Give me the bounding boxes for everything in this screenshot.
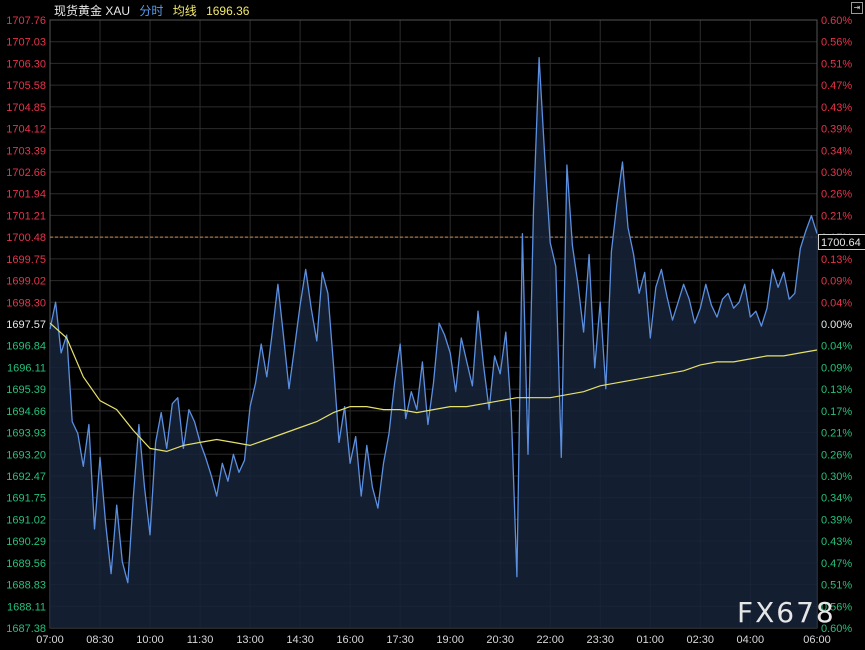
pct-tick-label: 0.21% [821,210,852,222]
x-tick-label: 07:00 [36,634,64,646]
pct-tick-label: 0.26% [821,189,852,201]
y-tick-label: 1696.84 [6,341,46,353]
x-tick-label: 11:30 [187,634,214,646]
x-tick-label: 17:30 [386,634,414,646]
y-tick-label: 1689.56 [6,558,46,570]
y-tick-label: 1695.39 [6,384,46,396]
pct-tick-label: 0.04% [821,297,852,309]
y-tick-label: 1704.12 [6,124,46,136]
pct-tick-label: 0.30% [821,471,852,483]
y-tick-label: 1699.02 [6,276,46,288]
y-tick-label: 1701.94 [6,189,46,201]
y-tick-label: 1696.11 [7,362,46,374]
x-tick-label: 01:00 [636,634,664,646]
mode-label[interactable]: 分时 [139,4,163,18]
intraday-chart[interactable]: 1707.76 1707.03 1706.30 1705.58 1704.85 1704.… [0,0,865,650]
pct-tick-label: 0.51% [821,580,852,592]
pct-tick-label: 0.21% [821,428,852,440]
y-tick-label: 1698.30 [6,297,46,309]
pct-tick-label: 0.39% [821,124,852,136]
watermark: FX678 [737,596,836,629]
chart-header: 现货黄金 XAU 分时 均线 1696.36 [54,3,255,19]
right-percent-axis: 0.60% 0.56% 0.51% 0.47% 0.43% 0.39% 0.34% 0.30%… [821,15,852,635]
exit-icon[interactable]: ⇥ [851,2,863,14]
y-tick-label: 1706.30 [6,58,46,70]
pct-tick-label: 0.43% [821,536,852,548]
x-tick-label: 14:30 [286,634,314,646]
y-tick-label: 1690.29 [6,536,46,548]
y-tick-label: 1702.66 [6,167,46,179]
pct-tick-label: 0.04% [821,341,852,353]
y-tick-label: 1704.85 [6,102,46,114]
pct-tick-label: 0.09% [821,362,852,374]
time-axis: 07:00 08:30 10:00 11:30 13:00 14:30 16:00 17:30… [36,634,831,646]
x-tick-label: 04:00 [737,634,765,646]
x-tick-label: 20:30 [486,634,514,646]
x-tick-label: 22:00 [536,634,564,646]
pct-tick-label: 0.47% [821,80,852,92]
y-tick-label: 1705.58 [6,80,46,92]
pct-tick-label: 0.56% [821,37,852,49]
pct-tick-label: 0.34% [821,145,852,157]
x-tick-label: 02:30 [687,634,715,646]
y-tick-label: 1699.75 [6,254,46,266]
price-area-fill [50,57,817,629]
pct-tick-label: 0.30% [821,167,852,179]
y-tick-label: 1688.11 [7,601,46,613]
symbol-label: 现货黄金 XAU [54,4,131,18]
price-area [50,57,817,629]
y-tick-label: 1693.93 [6,428,46,440]
x-tick-label: 08:30 [86,634,114,646]
x-tick-label: 06:00 [803,634,831,646]
pct-tick-label: 0.17% [821,406,852,418]
avg-value: 1696.36 [206,4,250,18]
pct-tick-label: 0.51% [821,58,852,70]
y-tick-label: 1692.47 [6,471,46,483]
current-price-tag: 1700.64 [818,234,865,250]
pct-tick-label: 0.00% [821,319,852,331]
avg-label: 均线 [172,4,197,18]
pct-tick-label: 0.26% [821,449,852,461]
pct-tick-label: 0.47% [821,558,852,570]
left-price-axis: 1707.76 1707.03 1706.30 1705.58 1704.85 1704.… [6,15,46,635]
y-tick-label: 1693.20 [6,449,46,461]
y-tick-label: 1701.21 [6,210,46,222]
pct-tick-label: 0.39% [821,514,852,526]
x-tick-label: 23:30 [586,634,614,646]
y-tick-label: 1691.02 [6,514,46,526]
y-tick-label: 1691.75 [6,493,46,505]
x-tick-label: 19:00 [436,634,464,646]
y-tick-label: 1697.57 [6,319,46,331]
y-tick-label: 1694.66 [6,406,46,418]
x-tick-label: 13:00 [236,634,264,646]
pct-tick-label: 0.34% [821,493,852,505]
x-tick-label: 10:00 [136,634,164,646]
x-tick-label: 16:00 [336,634,364,646]
pct-tick-label: 0.60% [821,15,852,27]
y-tick-label: 1703.39 [6,145,46,157]
pct-tick-label: 0.13% [821,384,852,396]
pct-tick-label: 0.13% [821,254,852,266]
pct-tick-label: 0.43% [821,102,852,114]
y-tick-label: 1688.83 [6,580,46,592]
y-tick-label: 1707.76 [6,15,46,27]
y-tick-label: 1707.03 [6,37,46,49]
pct-tick-label: 0.09% [821,276,852,288]
y-tick-label: 1700.48 [6,232,46,244]
